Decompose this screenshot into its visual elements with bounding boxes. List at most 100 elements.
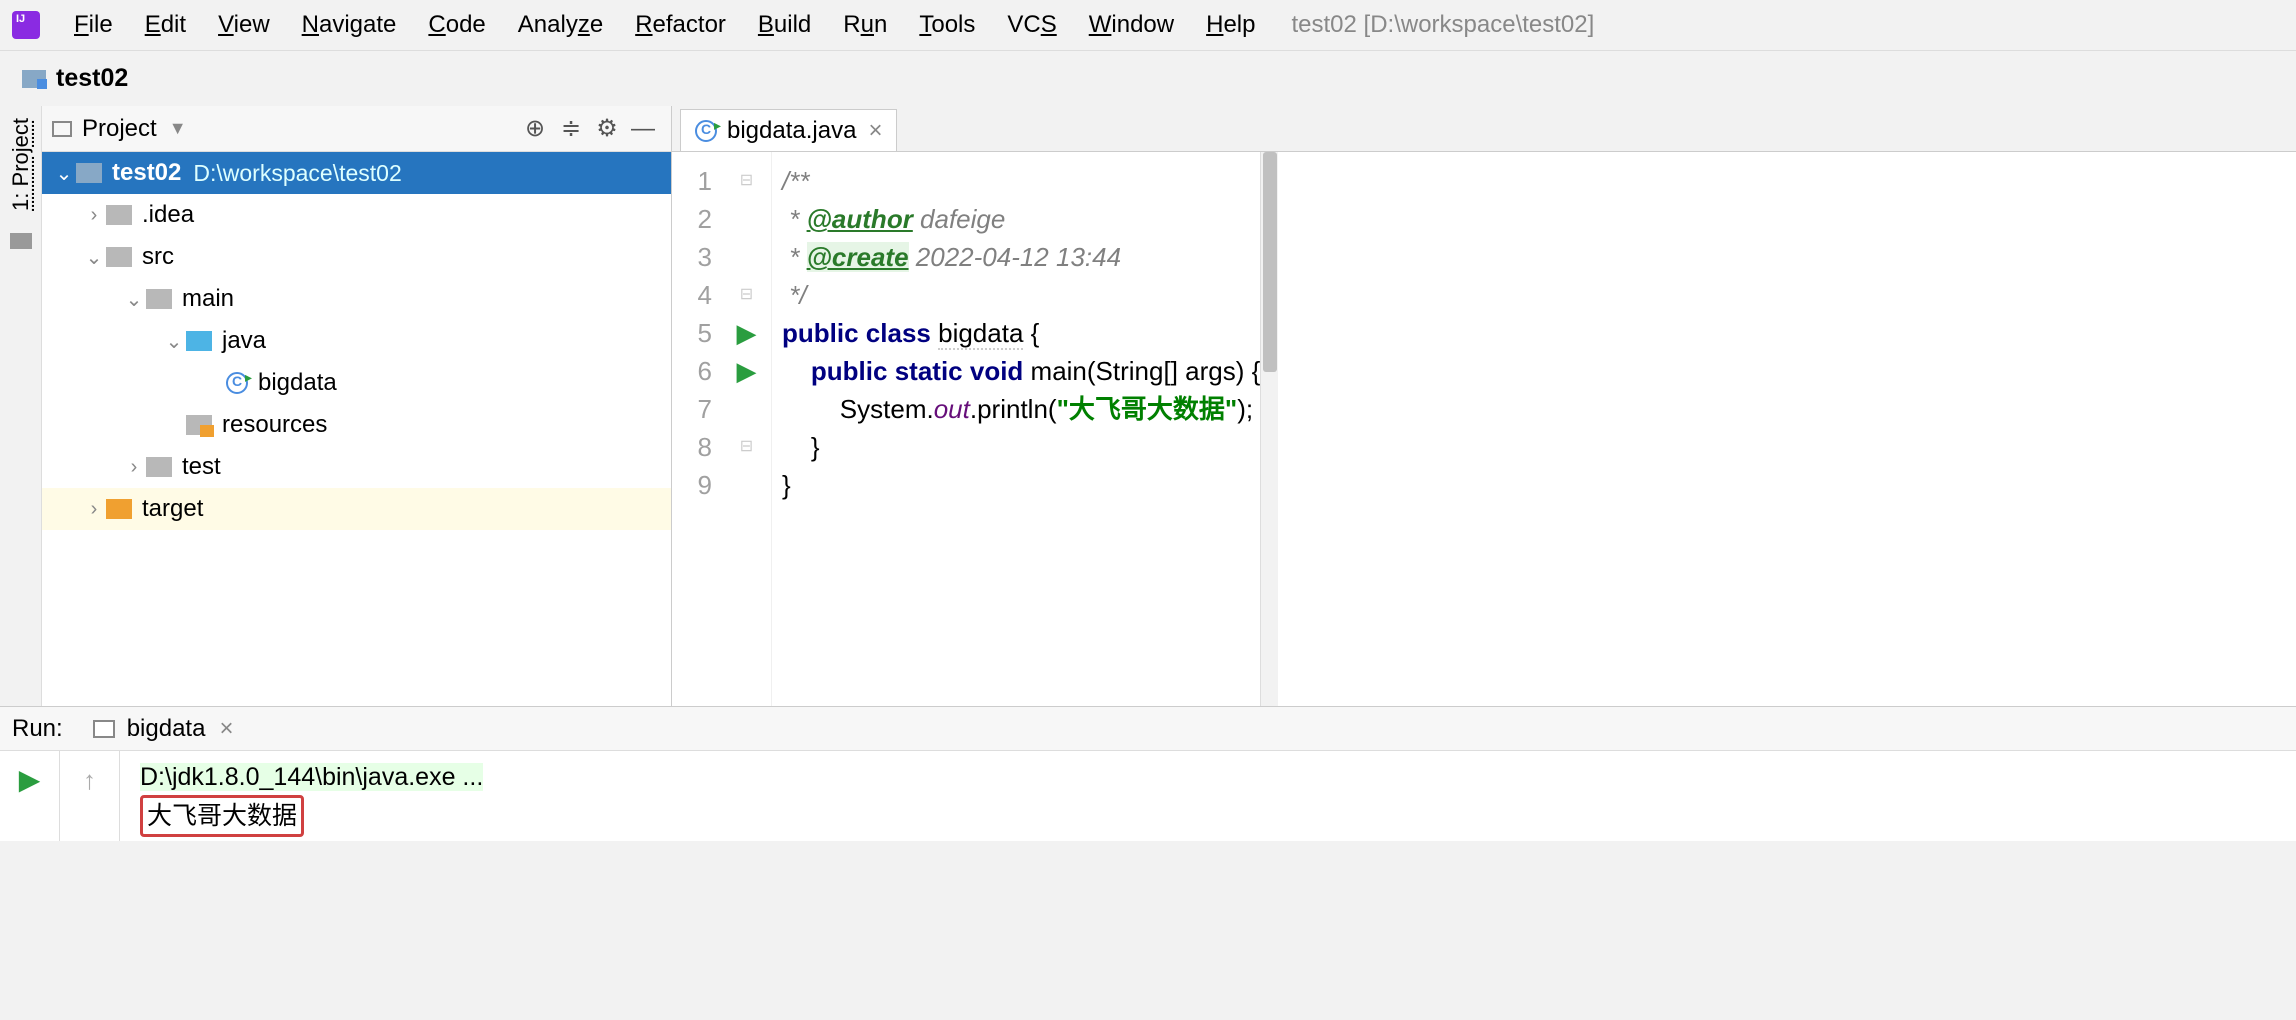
line-number: 5	[672, 314, 712, 352]
editor-tabs: bigdata.java ×	[672, 106, 2296, 152]
code-line: }	[782, 432, 820, 462]
tree-label: resources	[222, 411, 327, 439]
navigation-bar: test02	[0, 50, 2296, 106]
editor-area: bigdata.java × 1 2 3 4 5 6 7 8 9 ⊟ ⊟ ▶	[672, 106, 2296, 706]
menu-view[interactable]: View	[202, 7, 286, 43]
run-gutter-icon[interactable]: ▶	[722, 314, 771, 352]
line-number: 8	[672, 428, 712, 466]
tree-target[interactable]: › target	[42, 488, 671, 530]
project-view-icon	[52, 121, 72, 137]
code-editor[interactable]: 1 2 3 4 5 6 7 8 9 ⊟ ⊟ ▶ ▶ ⊟ /** * @au	[672, 152, 2296, 706]
code-content[interactable]: /** * @author dafeige * @create 2022-04-…	[772, 152, 1260, 706]
keyword: static	[895, 356, 963, 386]
tree-root-label: test02	[112, 159, 181, 186]
tree-test[interactable]: › test	[42, 446, 671, 488]
expand-icon[interactable]: ⌄	[52, 161, 76, 186]
app-icon	[12, 11, 40, 39]
line-number: 6	[672, 352, 712, 390]
module-folder-icon	[76, 163, 102, 183]
console-stdout-highlighted: 大飞哥大数据	[140, 795, 304, 837]
menu-window[interactable]: Window	[1073, 7, 1190, 43]
tree-resources[interactable]: resources	[42, 404, 671, 446]
fold-end-icon[interactable]: ⊟	[722, 428, 771, 466]
menu-run[interactable]: Run	[827, 7, 903, 43]
collapse-icon[interactable]: ≑	[553, 111, 589, 147]
run-config-icon	[93, 720, 115, 738]
project-tool-window: Project ▼ ⊕ ≑ ⚙ — ⌄ test02 D:\workspace\…	[42, 106, 672, 706]
excluded-folder-icon	[106, 499, 132, 519]
tree-label: java	[222, 327, 266, 355]
close-run-tab-icon[interactable]: ×	[219, 715, 233, 743]
editor-tab-bigdata[interactable]: bigdata.java ×	[680, 109, 897, 151]
project-view-dropdown-icon[interactable]: ▼	[169, 118, 187, 139]
tree-root[interactable]: ⌄ test02 D:\workspace\test02	[42, 152, 671, 194]
module-icon	[22, 70, 46, 88]
keyword: class	[866, 318, 931, 348]
class-name: bigdata	[938, 318, 1023, 350]
run-toolbar: ▶	[0, 751, 60, 841]
code-text: *	[782, 204, 807, 234]
tree-label: src	[142, 243, 174, 271]
vertical-scrollbar[interactable]	[1260, 152, 1278, 706]
tree-java[interactable]: ⌄ java	[42, 320, 671, 362]
menu-navigate[interactable]: Navigate	[286, 7, 413, 43]
expand-icon[interactable]: ›	[82, 498, 106, 521]
menu-bar: File Edit View Navigate Code Analyze Ref…	[0, 0, 2296, 50]
expand-icon[interactable]: ⌄	[82, 245, 106, 270]
java-class-icon	[695, 120, 717, 142]
menu-tools[interactable]: Tools	[903, 7, 991, 43]
close-tab-icon[interactable]: ×	[868, 117, 882, 145]
folder-icon	[106, 247, 132, 267]
rerun-button[interactable]: ▶	[19, 763, 41, 796]
tree-root-path: D:\workspace\test02	[193, 160, 401, 187]
run-gutter-icon[interactable]: ▶	[722, 352, 771, 390]
expand-icon[interactable]: ›	[122, 456, 146, 479]
expand-icon[interactable]: ›	[82, 204, 106, 227]
menu-refactor[interactable]: Refactor	[619, 7, 742, 43]
breadcrumb-root[interactable]: test02	[56, 64, 128, 93]
tree-label: .idea	[142, 201, 194, 229]
expand-icon[interactable]: ⌄	[162, 329, 186, 354]
tree-label: test	[182, 453, 221, 481]
window-title-path: test02 [D:\workspace\test02]	[1291, 11, 1594, 39]
fold-icon[interactable]: ⊟	[722, 162, 771, 200]
menu-edit[interactable]: Edit	[129, 7, 202, 43]
up-stack-icon[interactable]: ↑	[83, 765, 96, 796]
project-header: Project ▼ ⊕ ≑ ⚙ —	[42, 106, 671, 152]
tree-bigdata-class[interactable]: bigdata	[42, 362, 671, 404]
line-number-gutter: 1 2 3 4 5 6 7 8 9	[672, 152, 722, 706]
menu-build[interactable]: Build	[742, 7, 827, 43]
menu-help[interactable]: Help	[1190, 7, 1271, 43]
run-config-name[interactable]: bigdata	[127, 715, 206, 743]
javadoc-tag: @create	[807, 242, 909, 272]
code-text: 2022-04-12 13:44	[909, 242, 1122, 272]
expand-icon[interactable]: ⌄	[122, 287, 146, 312]
menu-code[interactable]: Code	[412, 7, 501, 43]
console-output[interactable]: D:\jdk1.8.0_144\bin\java.exe ... 大飞哥大数据	[120, 751, 2296, 841]
project-view-title[interactable]: Project	[82, 115, 157, 143]
tree-src[interactable]: ⌄ src	[42, 236, 671, 278]
resources-folder-icon	[186, 415, 212, 435]
run-label: Run:	[12, 715, 63, 743]
java-class-icon	[226, 372, 248, 394]
tree-main[interactable]: ⌄ main	[42, 278, 671, 320]
run-tool-window: Run: bigdata × ▶ ↑ D:\jdk1.8.0_144\bin\j…	[0, 706, 2296, 841]
string-literal: "大飞哥大数据"	[1057, 394, 1238, 424]
keyword: void	[970, 356, 1023, 386]
tree-label: bigdata	[258, 369, 337, 397]
line-number: 9	[672, 466, 712, 504]
hide-icon[interactable]: —	[625, 111, 661, 147]
fold-icon[interactable]: ⊟	[722, 276, 771, 314]
folder-icon	[146, 457, 172, 477]
run-header: Run: bigdata ×	[0, 707, 2296, 751]
code-text: .println(	[970, 394, 1057, 424]
structure-icon[interactable]	[10, 233, 32, 249]
menu-file[interactable]: File	[58, 7, 129, 43]
menu-analyze[interactable]: Analyze	[502, 7, 619, 43]
project-tool-tab[interactable]: 1: Project	[4, 106, 38, 223]
settings-icon[interactable]: ⚙	[589, 111, 625, 147]
menu-vcs[interactable]: VCS	[991, 7, 1072, 43]
line-number: 1	[672, 162, 712, 200]
locate-icon[interactable]: ⊕	[517, 111, 553, 147]
tree-idea[interactable]: › .idea	[42, 194, 671, 236]
